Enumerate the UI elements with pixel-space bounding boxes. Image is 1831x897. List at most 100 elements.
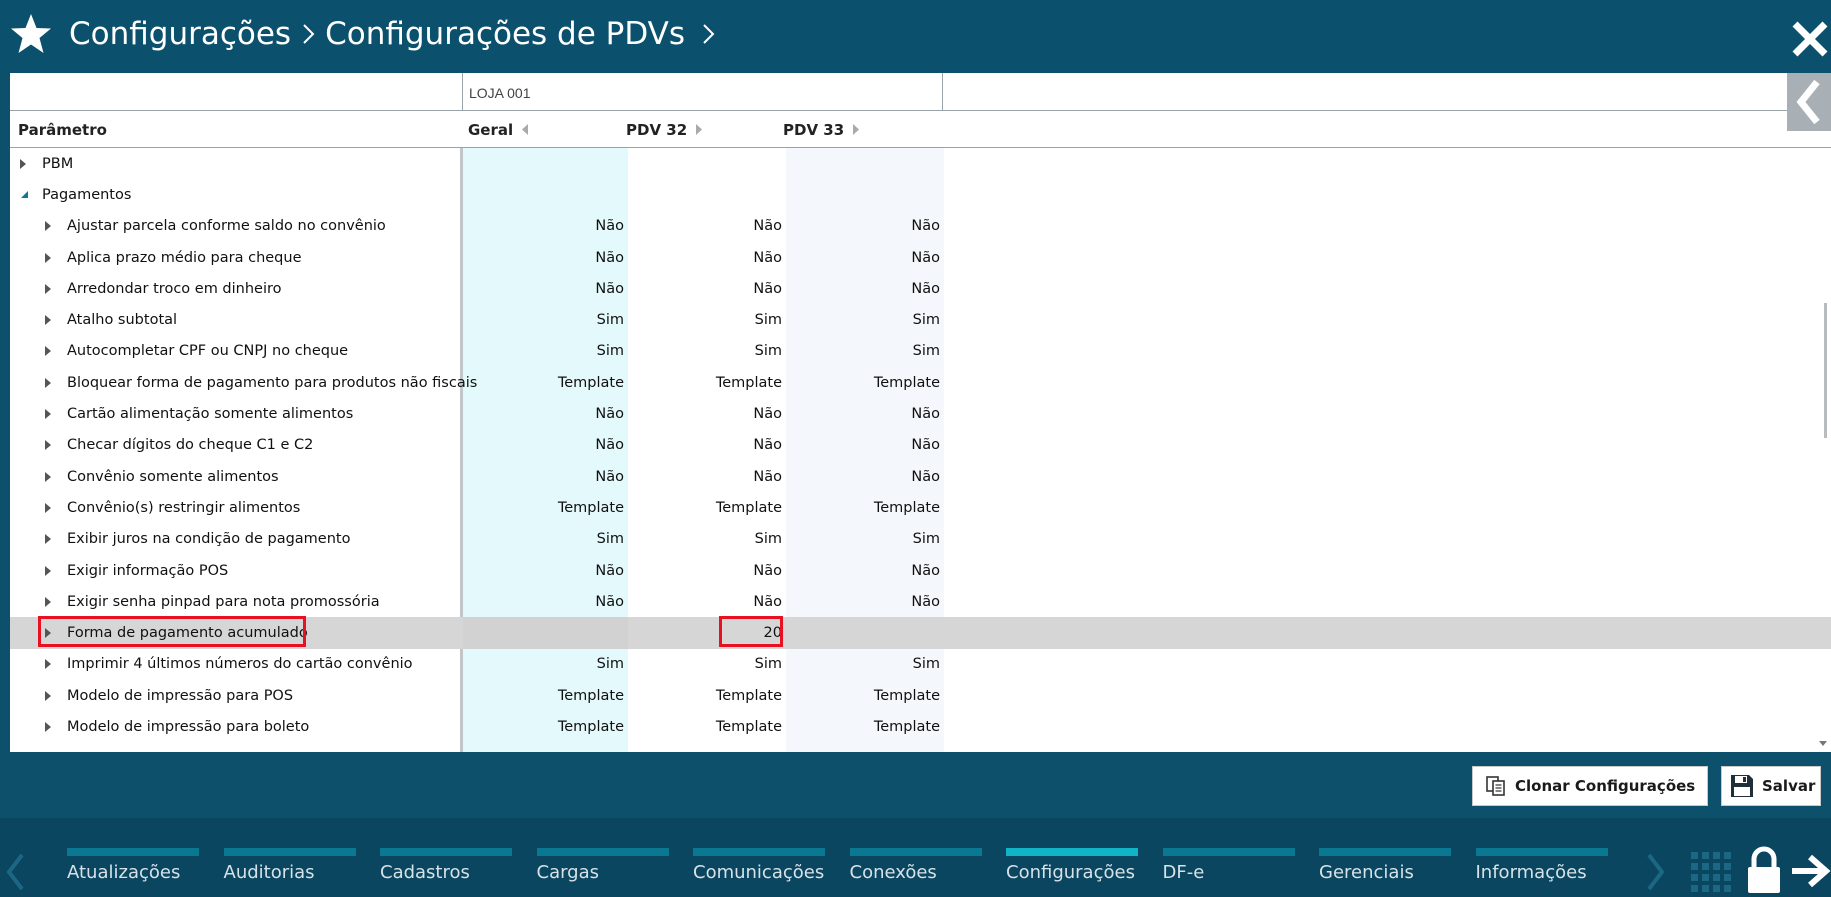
expand-arrow-icon[interactable] <box>45 524 57 555</box>
cell-pdv32[interactable] <box>662 179 782 210</box>
cell-geral[interactable]: Template <box>504 367 624 398</box>
table-row[interactable]: Exigir senha pinpad para nota promossóri… <box>10 586 1831 617</box>
cell-pdv32[interactable]: Não <box>662 555 782 586</box>
cell-geral[interactable]: Template <box>504 680 624 711</box>
cell-geral[interactable]: Sim <box>504 524 624 555</box>
cell-pdv32[interactable]: Não <box>662 211 782 242</box>
cell-pdv33[interactable]: Template <box>820 492 940 523</box>
cell-geral[interactable]: Não <box>504 555 624 586</box>
column-header-pdv32[interactable]: PDV 32 <box>626 111 703 147</box>
cell-pdv33[interactable]: Não <box>820 461 940 492</box>
collapse-left-icon[interactable] <box>522 123 529 135</box>
clone-configurations-button[interactable]: Clonar Configurações <box>1472 766 1708 806</box>
cell-geral[interactable] <box>504 617 624 648</box>
expand-arrow-icon[interactable] <box>45 211 57 242</box>
table-row[interactable]: Bloquear forma de pagamento para produto… <box>10 367 1831 398</box>
cell-geral[interactable]: Sim <box>504 304 624 335</box>
expand-arrow-icon[interactable] <box>45 711 57 742</box>
cell-pdv32[interactable]: Template <box>662 711 782 742</box>
nav-item[interactable]: Auditorias <box>223 848 356 897</box>
nav-item[interactable]: Comunicações <box>693 848 825 897</box>
table-row[interactable]: Forma de pagamento acumulado 20 <box>10 616 1831 649</box>
table-row[interactable]: Checar dígitos do cheque C1 e C2 Não Não Nã… <box>10 430 1831 461</box>
logout-arrow-icon[interactable] <box>1790 854 1831 888</box>
cell-geral[interactable]: Não <box>504 430 624 461</box>
expand-arrow-icon[interactable] <box>45 304 57 335</box>
table-row[interactable]: Arredondar troco em dinheiro Não Não Não <box>10 273 1831 304</box>
nav-item[interactable]: Gerenciais <box>1319 848 1451 897</box>
cell-geral[interactable]: Não <box>504 211 624 242</box>
cell-pdv33[interactable]: Não <box>820 430 940 461</box>
cell-pdv33[interactable]: Não <box>820 398 940 429</box>
cell-pdv32[interactable]: Template <box>662 367 782 398</box>
cell-pdv32[interactable] <box>662 148 782 179</box>
cell-pdv33[interactable]: Template <box>820 367 940 398</box>
cell-pdv33[interactable]: Não <box>820 242 940 273</box>
close-icon[interactable] <box>1787 18 1831 62</box>
scroll-down-arrow[interactable] <box>1819 741 1827 746</box>
nav-item[interactable]: Cadastros <box>380 848 512 897</box>
expand-arrow-icon[interactable] <box>45 492 57 523</box>
cell-pdv32[interactable]: Template <box>662 680 782 711</box>
cell-geral[interactable]: Template <box>504 492 624 523</box>
cell-pdv33[interactable] <box>820 617 940 648</box>
expand-arrow-icon[interactable] <box>45 649 57 680</box>
table-row[interactable]: Ajustar parcela conforme saldo no convên… <box>10 211 1831 242</box>
table-row[interactable]: Exibir juros na condição de pagamento Sim… <box>10 524 1831 555</box>
nav-item[interactable]: Informações <box>1475 848 1608 897</box>
table-row[interactable]: Imprimir 4 últimos números do cartão con… <box>10 649 1831 680</box>
expand-arrow-icon[interactable] <box>20 148 32 179</box>
cell-geral[interactable] <box>504 179 624 210</box>
cell-pdv32[interactable]: Template <box>662 492 782 523</box>
cell-pdv33[interactable]: Não <box>820 273 940 304</box>
cell-geral[interactable]: Não <box>504 461 624 492</box>
expand-arrow-icon[interactable] <box>45 242 57 273</box>
table-row[interactable]: Cartão alimentação somente alimentos Não N… <box>10 398 1831 429</box>
cell-geral[interactable] <box>504 148 624 179</box>
cell-pdv32[interactable]: Não <box>662 242 782 273</box>
expand-arrow-icon[interactable] <box>45 430 57 461</box>
star-icon[interactable] <box>9 12 53 56</box>
save-button[interactable]: Salvar <box>1721 766 1821 806</box>
cell-geral[interactable]: Não <box>504 586 624 617</box>
table-row[interactable]: Atalho subtotal Sim Sim Sim <box>10 304 1831 335</box>
expand-arrow-icon[interactable] <box>45 273 57 304</box>
cell-pdv32[interactable]: Sim <box>662 649 782 680</box>
cell-pdv32[interactable]: Não <box>662 461 782 492</box>
column-header-pdv33[interactable]: PDV 33 <box>783 111 860 147</box>
expand-right-icon[interactable] <box>696 123 703 135</box>
nav-item[interactable]: DF-e <box>1162 848 1295 897</box>
expand-arrow-icon[interactable] <box>45 398 57 429</box>
cell-pdv33[interactable]: Sim <box>820 336 940 367</box>
collapse-arrow-icon[interactable] <box>20 179 32 210</box>
expand-arrow-icon[interactable] <box>45 680 57 711</box>
cell-pdv33[interactable]: Não <box>820 211 940 242</box>
expand-arrow-icon[interactable] <box>45 586 57 617</box>
nav-item[interactable]: Configurações <box>1006 848 1138 897</box>
cell-geral[interactable]: Sim <box>504 336 624 367</box>
cell-pdv33[interactable]: Sim <box>820 524 940 555</box>
cell-pdv33[interactable]: Não <box>820 586 940 617</box>
table-row[interactable]: Autocompletar CPF ou CNPJ no cheque Sim Si… <box>10 336 1831 367</box>
nav-item[interactable]: Conexões <box>849 848 982 897</box>
cell-pdv32[interactable]: Não <box>662 398 782 429</box>
nav-next-icon[interactable] <box>1643 852 1669 892</box>
cell-geral[interactable]: Template <box>504 711 624 742</box>
cell-geral[interactable]: Não <box>504 242 624 273</box>
table-row[interactable]: PBM <box>10 148 1831 179</box>
table-row[interactable]: Modelo de impressão para POS Template Temp… <box>10 680 1831 711</box>
cell-pdv32[interactable]: Não <box>662 430 782 461</box>
table-row[interactable]: Pagamentos <box>10 179 1831 210</box>
nav-item[interactable]: Atualizações <box>67 848 199 897</box>
expand-arrow-icon[interactable] <box>45 461 57 492</box>
table-row[interactable]: Convênio(s) restringir alimentos Template… <box>10 492 1831 523</box>
column-header-geral[interactable]: Geral <box>468 111 529 147</box>
expand-right-icon[interactable] <box>853 123 860 135</box>
breadcrumb-item-configuracoes[interactable]: Configurações <box>69 16 291 52</box>
cell-pdv32[interactable]: Sim <box>662 336 782 367</box>
cell-pdv32[interactable]: Não <box>662 586 782 617</box>
cell-pdv33[interactable]: Não <box>820 555 940 586</box>
vertical-scrollbar[interactable] <box>1824 303 1827 438</box>
cell-pdv33[interactable]: Sim <box>820 304 940 335</box>
nav-item[interactable]: Cargas <box>536 848 669 897</box>
